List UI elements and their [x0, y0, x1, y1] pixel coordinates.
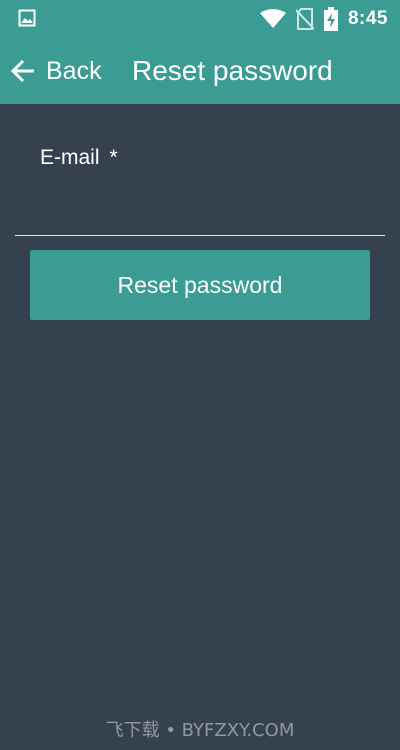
page-title: Reset password [132, 55, 333, 86]
arrow-left-icon [10, 58, 36, 84]
back-button[interactable]: Back [10, 50, 102, 92]
status-bar: 8:45 [0, 0, 400, 38]
status-time: 8:45 [347, 8, 388, 29]
image-notification-icon [18, 9, 36, 27]
battery-charging-icon [323, 7, 338, 31]
email-label-text: E-mail [40, 146, 100, 169]
wifi-icon [259, 9, 286, 29]
reset-password-button[interactable]: Reset password [30, 250, 370, 320]
email-input[interactable] [15, 186, 385, 236]
back-label: Back [46, 56, 102, 85]
email-label: E-mail * [40, 146, 118, 170]
watermark: 飞下载 • BYFZXY.COM [105, 720, 295, 741]
required-marker: * [109, 146, 118, 169]
no-sim-icon [295, 8, 314, 30]
app-bar: Back Reset password [0, 38, 400, 104]
